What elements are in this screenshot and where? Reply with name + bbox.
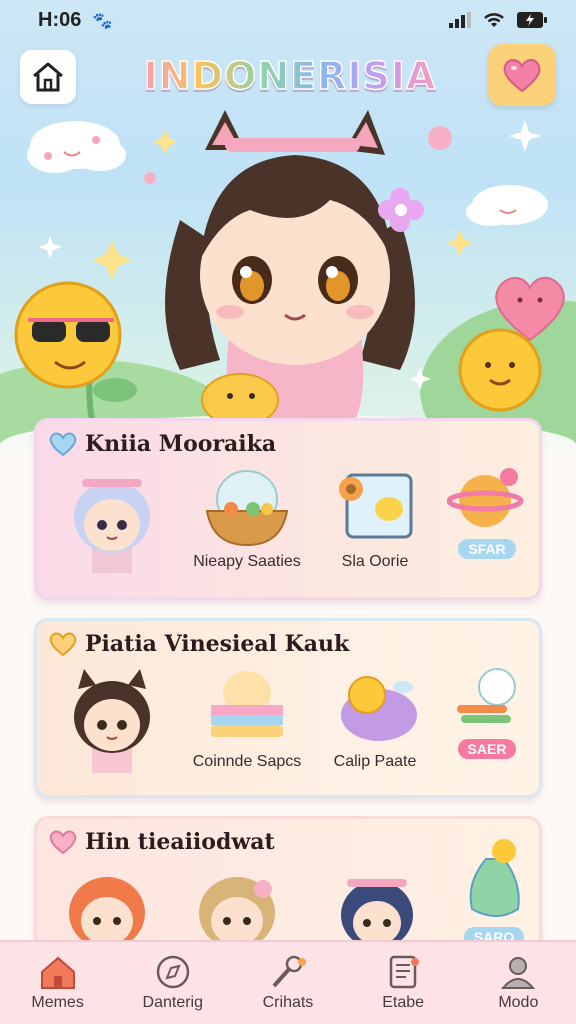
card-title: Piatia Vinesieal Kauk — [85, 631, 350, 657]
planet-candy-icon — [446, 468, 524, 527]
status-bar: H:06 🐾 — [0, 0, 576, 40]
home-icon — [40, 956, 75, 989]
cool-sun-character — [14, 281, 137, 421]
card-title: Kniia Mooraika — [85, 431, 277, 457]
bottle-icon — [469, 839, 520, 917]
card-item-label: Calip Paate — [333, 753, 417, 770]
nav-label: Danterig — [142, 994, 204, 1011]
food-bowl-icon — [205, 470, 289, 547]
blue-heart-icon — [49, 432, 77, 457]
card-header: Piatia Vinesieal Kauk — [49, 631, 349, 657]
card-header: Kniia Mooraika — [49, 431, 276, 457]
main-girl-character — [165, 110, 424, 430]
category-card-3[interactable]: Hin tieaiiodwat SARO — [34, 816, 542, 956]
tools-icon — [272, 955, 306, 988]
card-item-1[interactable]: Nieapy Saaties — [177, 465, 317, 571]
hero-illustration — [14, 110, 565, 430]
category-card-2[interactable]: Piatia Vinesieal Kauk Coinnde Sapcs Cali… — [34, 618, 542, 798]
card-item-3[interactable]: SARO — [449, 833, 539, 947]
cloud-left — [27, 121, 126, 173]
app-title: INDONERISIA — [140, 53, 440, 99]
pink-heart-icon — [49, 830, 77, 855]
paw-icon: 🐾 — [92, 10, 113, 30]
nav-item-memes[interactable]: Memes — [8, 954, 108, 1012]
card-items: Coinnde Sapcs Calip Paate SAER — [37, 665, 539, 795]
card-item-label: Coinnde Sapcs — [192, 753, 302, 770]
compass-icon — [156, 955, 190, 989]
snack-stack-icon — [457, 668, 516, 723]
signal-icon — [449, 12, 471, 28]
status-time: H:06 — [38, 8, 82, 31]
nav-item-modo[interactable]: Modo — [468, 954, 568, 1012]
chibi-brown-hair — [74, 669, 150, 773]
card-item-character[interactable] — [57, 665, 167, 787]
nav-label: Crihats — [262, 994, 314, 1011]
card-item-badge: SAER — [457, 739, 517, 759]
yellow-heart-icon — [49, 632, 77, 657]
card-header: Hin tieaiiodwat — [49, 829, 275, 855]
nav-item-etabe[interactable]: Etabe — [353, 954, 453, 1012]
nav-label: Memes — [31, 994, 84, 1011]
cloud-right — [466, 185, 548, 226]
nav-label: Etabe — [382, 994, 425, 1011]
battery-icon — [517, 12, 547, 28]
card-items: Nieapy Saaties Sla Oorie SFAR — [37, 465, 539, 595]
card-item-2[interactable]: Sla Oorie — [305, 465, 445, 571]
flower-frame-icon — [339, 473, 413, 539]
card-item-badge: SFAR — [458, 539, 516, 559]
card-item-2[interactable]: Calip Paate — [305, 665, 445, 771]
house-icon — [33, 62, 63, 92]
nav-label: Modo — [498, 994, 539, 1011]
chibi-lavender-hair — [74, 479, 150, 573]
bottom-nav: Memes Danterig Crihats Etabe Modo — [0, 940, 576, 1024]
card-item-3[interactable]: SAER — [437, 665, 537, 759]
card-item-character[interactable] — [57, 465, 167, 587]
nav-item-crihats[interactable]: Crihats — [238, 954, 338, 1012]
category-card-1[interactable]: Kniia Mooraika Nieapy Saaties Sla Oorie … — [34, 418, 542, 600]
card-item-label: Sla Oorie — [341, 553, 409, 570]
heart-icon — [503, 59, 541, 93]
home-button[interactable] — [20, 50, 76, 104]
list-icon — [389, 955, 420, 989]
profile-icon — [501, 957, 536, 989]
smiling-sun-character — [458, 328, 542, 412]
rainbow-cake-icon — [211, 671, 283, 737]
card-item-1[interactable]: Coinnde Sapcs — [177, 665, 317, 771]
favorite-button[interactable] — [488, 44, 556, 106]
wifi-icon — [484, 13, 504, 27]
fruit-plate-icon — [341, 676, 417, 741]
card-item-label: Nieapy Saaties — [193, 553, 301, 570]
card-item-3[interactable]: SFAR — [437, 465, 537, 559]
card-title: Hin tieaiiodwat — [85, 829, 275, 855]
nav-item-danterig[interactable]: Danterig — [123, 954, 223, 1012]
